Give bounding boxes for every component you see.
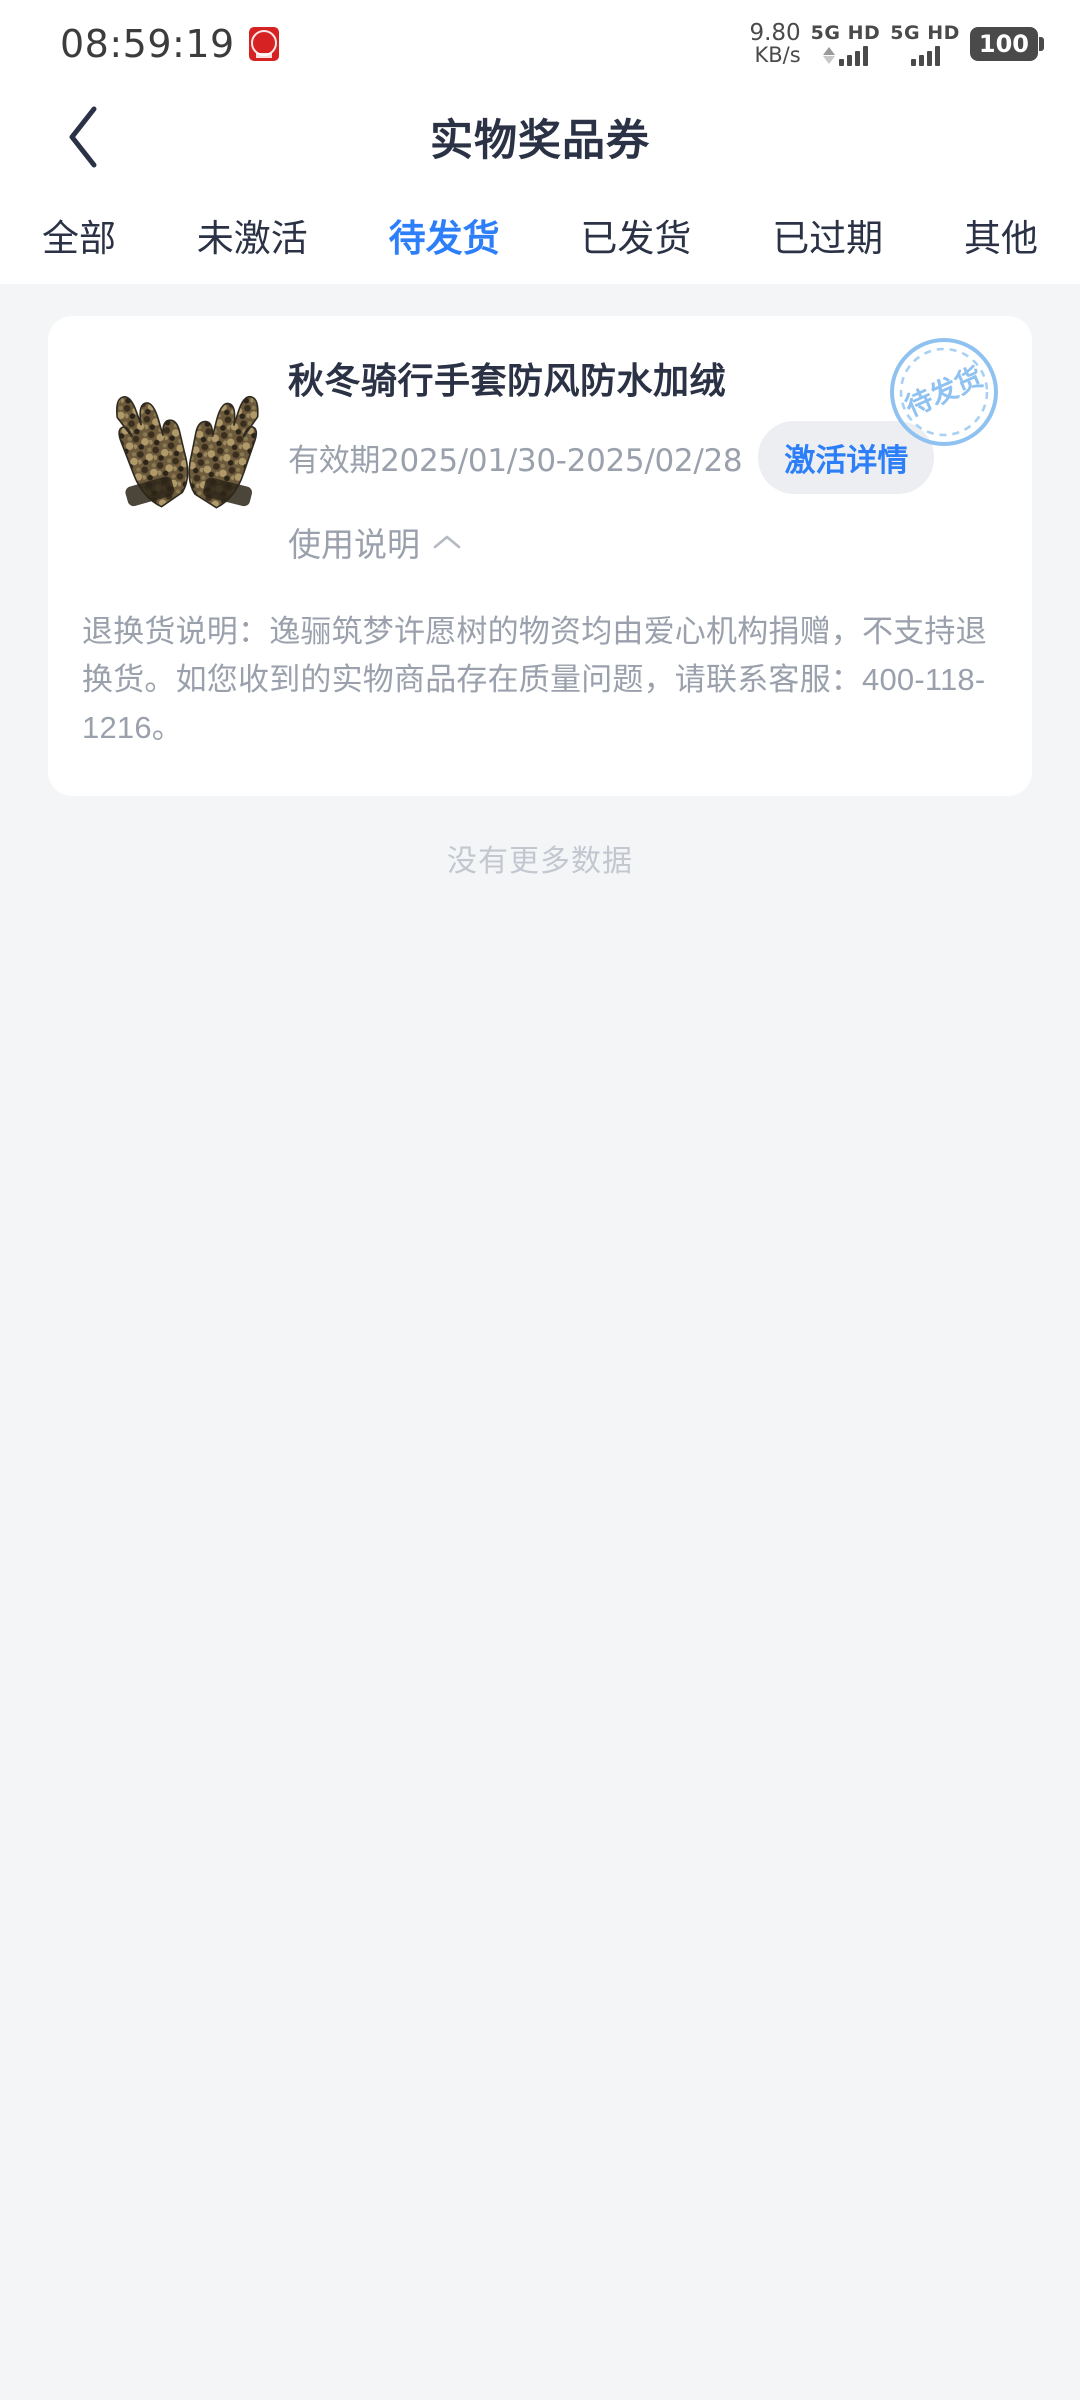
tab-other[interactable]: 其他: [960, 208, 1042, 262]
data-transfer-arrows-icon: [822, 46, 835, 64]
page-title: 实物奖品券: [430, 117, 650, 165]
status-bar-right: 9.80 KB/s 5G HD 5G HD 100: [749, 19, 1038, 68]
validity-period: 有效期2025/01/30-2025/02/28: [288, 443, 743, 479]
back-button[interactable]: [48, 101, 120, 173]
camouflage-gloves-image: [87, 369, 277, 529]
battery-indicator: 100: [969, 26, 1038, 61]
tab-all[interactable]: 全部: [38, 208, 120, 262]
coupon-list: 秋冬骑行手套防风防水加绒 有效期2025/01/30-2025/02/28 激活…: [0, 284, 1080, 2400]
status-clock: 08:59:19: [60, 22, 235, 66]
no-more-data-label: 没有更多数据: [447, 845, 633, 879]
signal-bars-icon: [910, 45, 940, 66]
product-thumbnail[interactable]: [82, 364, 282, 534]
sim1-network-label: 5G HD: [810, 21, 881, 44]
network-speed-indicator: 9.80 KB/s: [749, 19, 801, 68]
sim2-network-label: 5G HD: [890, 21, 960, 44]
tab-pending-shipment[interactable]: 待发货: [385, 208, 504, 262]
activation-detail-button[interactable]: 激活详情: [758, 421, 935, 494]
sim1-signal-indicator: 5G HD: [811, 22, 881, 66]
status-bar: 08:59:19 9.80 KB/s 5G HD 5G HD 100: [0, 0, 1080, 88]
sim1-bars: [822, 45, 868, 66]
product-title: 秋冬骑行手套防风防水加绒: [288, 360, 727, 401]
app-screen: 08:59:19 9.80 KB/s 5G HD 5G HD 100 实物奖品券…: [0, 0, 1080, 2400]
status-bar-left: 08:59:19: [60, 22, 279, 66]
coupon-info: 秋冬骑行手套防风防水加绒 有效期2025/01/30-2025/02/28 激活…: [282, 338, 998, 572]
tab-not-activated[interactable]: 未激活: [193, 208, 312, 262]
red-badge-icon: [248, 27, 279, 61]
nav-bar: 实物奖品券: [0, 88, 1080, 186]
chevron-left-icon: [64, 105, 104, 169]
return-policy-text: 退换货说明：逸骊筑梦许愿树的物资均由爱心机构捐赠，不支持退换货。如您收到的实物商…: [82, 614, 987, 746]
usage-instructions-label: 使用说明: [288, 526, 420, 563]
filter-tab-bar: 全部 未激活 待发货 已发货 已过期 其他: [0, 186, 1080, 284]
tab-shipped[interactable]: 已发货: [576, 208, 695, 262]
network-speed-value: 9.80: [749, 19, 801, 46]
validity-row: 有效期2025/01/30-2025/02/28 激活详情: [288, 421, 998, 494]
tab-expired[interactable]: 已过期: [768, 208, 887, 262]
usage-instructions-toggle[interactable]: 使用说明: [288, 518, 998, 572]
coupon-card-main: 秋冬骑行手套防风防水加绒 有效期2025/01/30-2025/02/28 激活…: [48, 316, 1032, 572]
sim2-signal-indicator: 5G HD: [890, 22, 960, 66]
network-speed-unit: KB/s: [754, 43, 801, 68]
signal-bars-icon: [838, 45, 868, 66]
coupon-card[interactable]: 秋冬骑行手套防风防水加绒 有效期2025/01/30-2025/02/28 激活…: [48, 316, 1032, 797]
chevron-up-icon: [432, 532, 462, 552]
